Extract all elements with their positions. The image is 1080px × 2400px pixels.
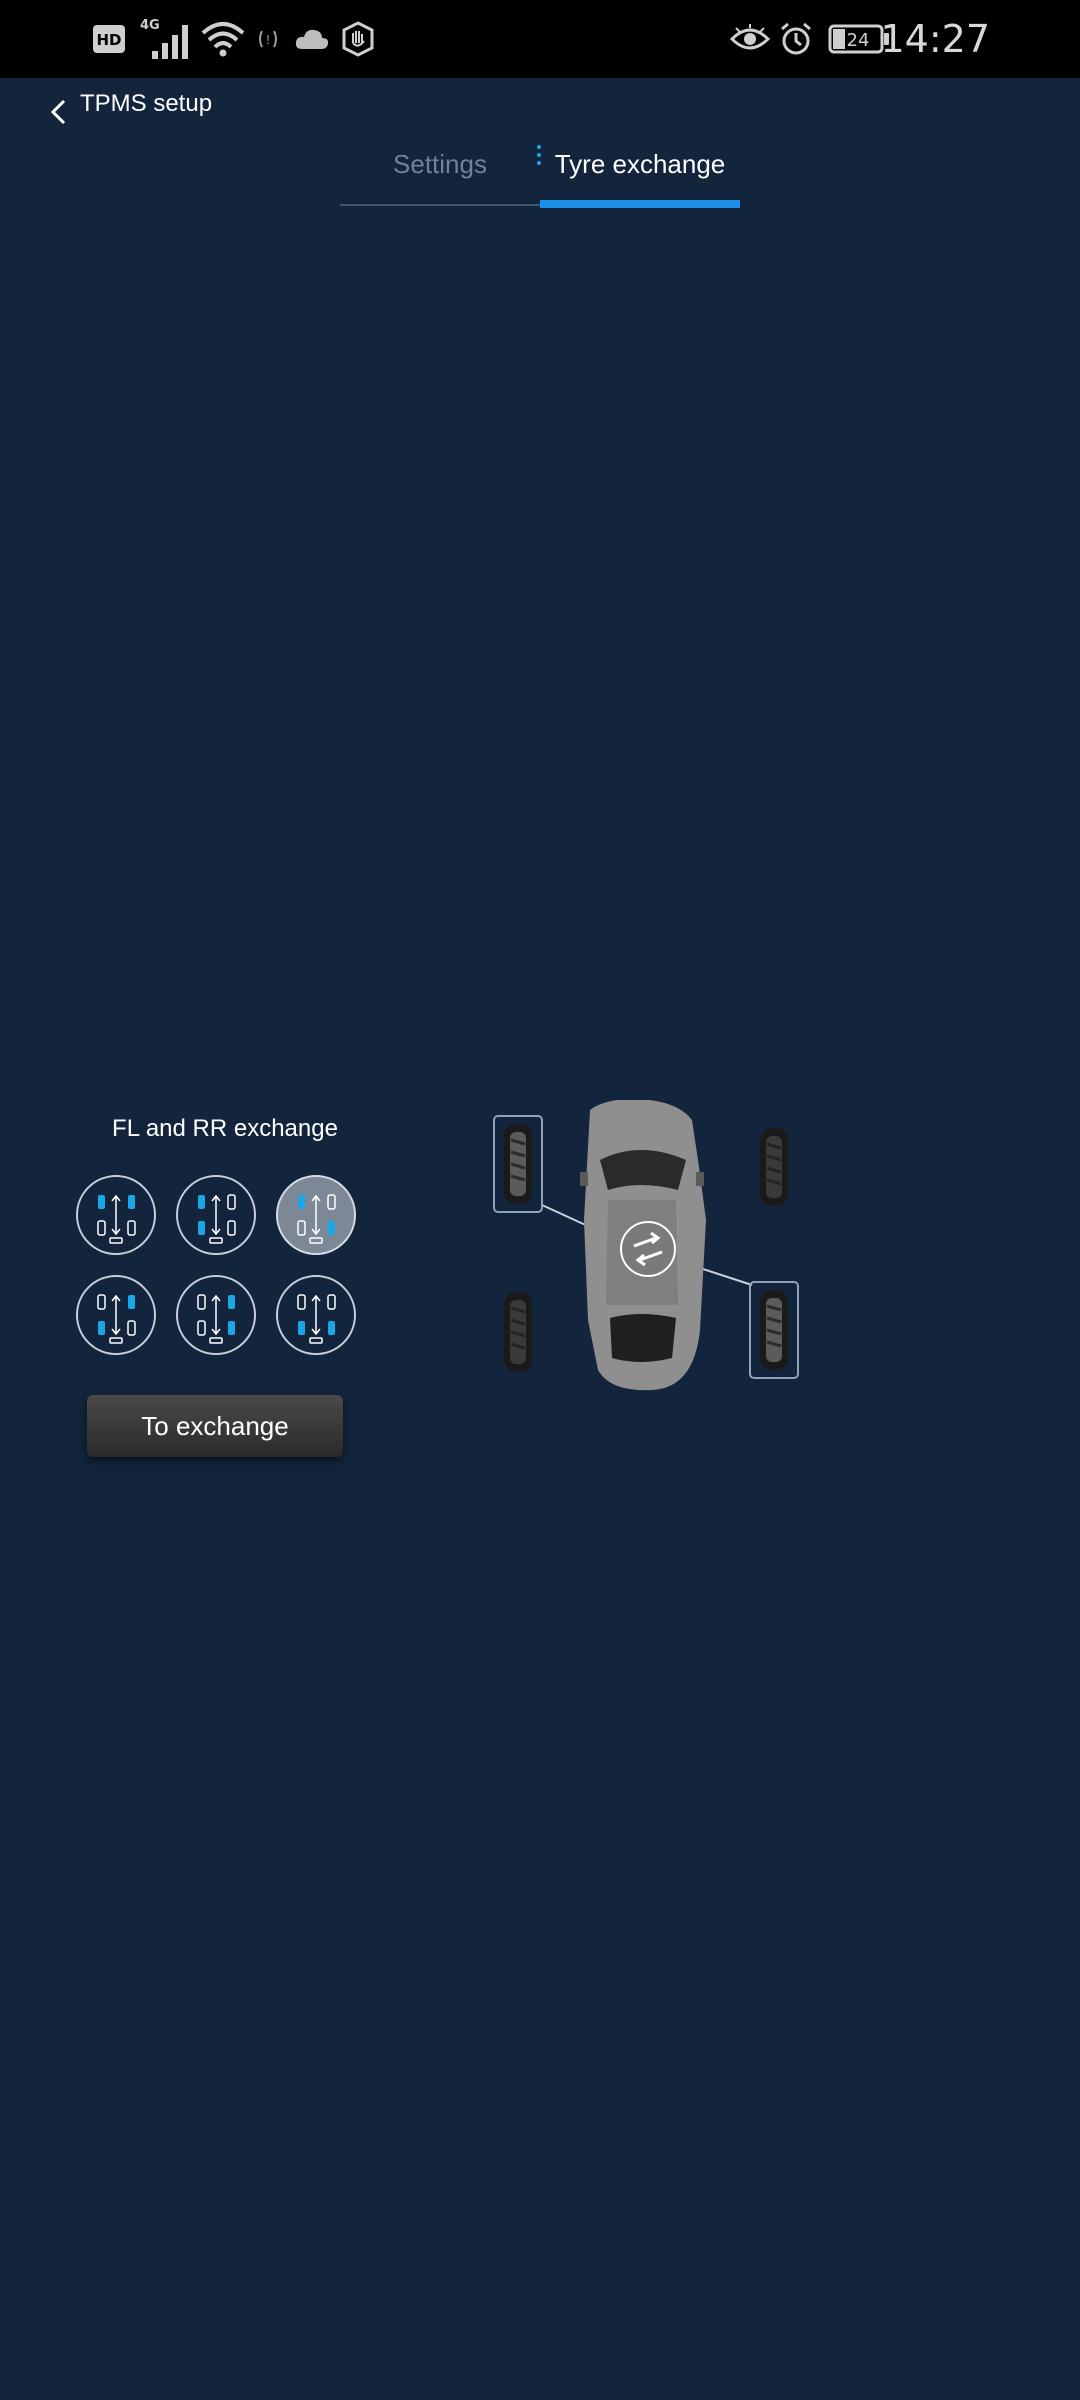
page-title: TPMS setup — [80, 90, 213, 117]
svg-text:24: 24 — [847, 30, 870, 51]
to-exchange-button[interactable]: To exchange — [87, 1395, 343, 1457]
tpms-icon: ! — [256, 0, 280, 78]
svg-text:!: ! — [266, 33, 271, 47]
car-tyre-diagram — [493, 1100, 799, 1391]
drag-dots-icon — [537, 145, 541, 165]
status-bar: HD 4G ! 24 14:27 — [0, 0, 1080, 78]
exchange-option-5[interactable] — [176, 1275, 256, 1355]
exchange-option-4[interactable] — [76, 1275, 156, 1355]
tab-bar: Settings Tyre exchange — [340, 124, 740, 208]
status-time: 14:27 — [880, 17, 990, 61]
svg-text:4G: 4G — [140, 18, 160, 33]
chevron-left-icon — [50, 99, 66, 125]
wifi-icon — [200, 0, 246, 78]
fl-tyre-icon — [504, 1124, 532, 1204]
tyre-layout-icon — [197, 1294, 235, 1344]
fr-tyre-icon — [760, 1128, 788, 1206]
back-button[interactable] — [38, 88, 78, 136]
tyre-layout-icon — [297, 1194, 336, 1244]
exchange-mode-label: FL and RR exchange — [112, 1115, 338, 1142]
tyre-layout-icon — [198, 1194, 236, 1244]
exchange-option-6[interactable] — [276, 1275, 356, 1355]
alarm-icon — [778, 0, 814, 78]
rr-tyre-icon — [760, 1290, 788, 1370]
hand-icon — [340, 0, 376, 78]
svg-text:HD: HD — [96, 31, 121, 49]
exchange-option-3[interactable] — [276, 1175, 356, 1255]
tyre-layout-icon — [297, 1294, 336, 1344]
tab-active-indicator — [540, 200, 740, 208]
swap-icon — [620, 1221, 676, 1277]
rl-tyre-icon — [504, 1292, 532, 1372]
tyre-layout-icon — [97, 1194, 136, 1244]
4g-signal-icon: 4G — [138, 0, 196, 78]
hd-icon: HD — [92, 0, 126, 78]
eye-icon — [730, 0, 770, 78]
tyre-layout-icon — [97, 1294, 136, 1344]
exchange-option-1[interactable] — [76, 1175, 156, 1255]
exchange-option-2[interactable] — [176, 1175, 256, 1255]
header: TPMS setup Settings Tyre exchange — [0, 78, 1080, 208]
tab-tyre-exchange[interactable]: Tyre exchange — [540, 124, 740, 204]
cloud-icon — [294, 0, 330, 78]
tab-settings[interactable]: Settings — [340, 124, 540, 204]
